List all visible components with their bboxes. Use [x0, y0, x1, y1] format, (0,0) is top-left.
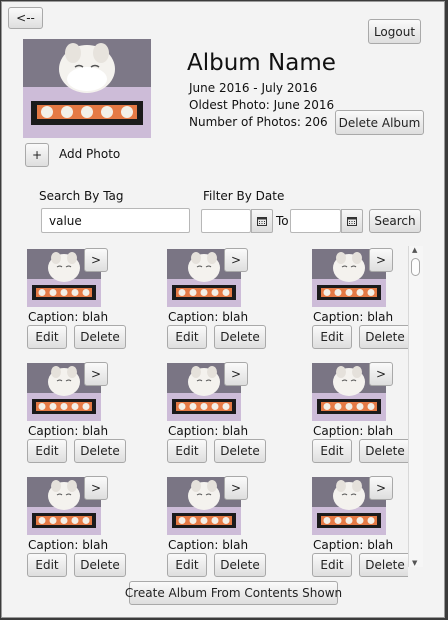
edit-photo-button[interactable]: Edit: [27, 553, 67, 577]
delete-photo-button[interactable]: Delete: [74, 439, 126, 463]
photo-card: > Caption: blah Edit Delete: [164, 474, 294, 577]
scroll-up-icon[interactable]: ▲: [412, 246, 417, 254]
photo-card: > Caption: blah Edit Delete: [309, 246, 408, 358]
delete-photo-button[interactable]: Delete: [359, 325, 408, 349]
photo-card: > Caption: blah Edit Delete: [309, 360, 408, 472]
photo-card: > Caption: blah Edit Delete: [24, 246, 154, 358]
delete-photo-button[interactable]: Delete: [74, 553, 126, 577]
edit-photo-button[interactable]: Edit: [27, 439, 67, 463]
delete-album-button[interactable]: Delete Album: [335, 110, 424, 135]
open-photo-button[interactable]: >: [84, 248, 108, 272]
edit-photo-button[interactable]: Edit: [312, 325, 352, 349]
photo-card: > Caption: blah Edit Delete: [24, 360, 154, 472]
search-button[interactable]: Search: [369, 209, 421, 233]
start-date-field[interactable]: [201, 209, 251, 233]
open-photo-button[interactable]: >: [224, 248, 248, 272]
photo-caption: Caption: blah: [313, 538, 394, 552]
photo-caption: Caption: blah: [168, 424, 249, 438]
filter-by-date-label: Filter By Date: [203, 189, 285, 203]
calendar-icon[interactable]: [251, 209, 273, 233]
create-album-from-contents-button[interactable]: Create Album From Contents Shown: [125, 581, 342, 605]
photo-grid: > Caption: blah Edit Delete > Caption: blah Ed…: [22, 244, 408, 577]
photo-caption: Caption: blah: [168, 310, 249, 324]
album-date-range: June 2016 - July 2016: [189, 81, 318, 95]
open-photo-button[interactable]: >: [369, 476, 393, 500]
photo-caption: Caption: blah: [28, 424, 109, 438]
edit-photo-button[interactable]: Edit: [27, 325, 67, 349]
back-button[interactable]: <--: [8, 7, 43, 29]
scrollbar-thumb[interactable]: [411, 258, 420, 276]
edit-photo-button[interactable]: Edit: [312, 439, 352, 463]
delete-photo-button[interactable]: Delete: [214, 439, 266, 463]
photo-caption: Caption: blah: [28, 310, 109, 324]
open-photo-button[interactable]: >: [224, 476, 248, 500]
photo-card: > Caption: blah Edit Delete: [24, 474, 154, 577]
album-window: <-- Logout Album Name June 2016 - July 2…: [1, 1, 445, 618]
open-photo-button[interactable]: >: [84, 476, 108, 500]
photo-card: > Caption: blah Edit Delete: [164, 360, 294, 472]
scroll-down-icon[interactable]: ▼: [412, 559, 417, 567]
photo-caption: Caption: blah: [313, 310, 394, 324]
search-by-tag-label: Search By Tag: [39, 189, 124, 203]
delete-photo-button[interactable]: Delete: [359, 553, 408, 577]
open-photo-button[interactable]: >: [369, 248, 393, 272]
tag-search-input[interactable]: value: [41, 208, 190, 233]
album-photo-count: Number of Photos: 206: [189, 115, 328, 129]
edit-photo-button[interactable]: Edit: [312, 553, 352, 577]
open-photo-button[interactable]: >: [369, 362, 393, 386]
delete-photo-button[interactable]: Delete: [74, 325, 126, 349]
edit-photo-button[interactable]: Edit: [167, 325, 207, 349]
add-photo-button[interactable]: +: [25, 143, 49, 167]
add-photo-label: Add Photo: [59, 147, 121, 161]
calendar-icon[interactable]: [341, 209, 363, 233]
edit-photo-button[interactable]: Edit: [167, 439, 207, 463]
album-name: Album Name: [187, 50, 336, 76]
end-date-field[interactable]: [290, 209, 341, 233]
open-photo-button[interactable]: >: [224, 362, 248, 386]
photo-card: > Caption: blah Edit Delete: [164, 246, 294, 358]
photo-caption: Caption: blah: [28, 538, 109, 552]
delete-photo-button[interactable]: Delete: [359, 439, 408, 463]
edit-photo-button[interactable]: Edit: [167, 553, 207, 577]
open-photo-button[interactable]: >: [84, 362, 108, 386]
delete-photo-button[interactable]: Delete: [214, 325, 266, 349]
photo-caption: Caption: blah: [168, 538, 249, 552]
vertical-scrollbar[interactable]: ▲ ▼: [408, 246, 423, 567]
album-cover-photo: [23, 39, 151, 138]
logout-button[interactable]: Logout: [368, 19, 421, 44]
delete-photo-button[interactable]: Delete: [214, 553, 266, 577]
to-label: To: [276, 214, 289, 228]
photo-caption: Caption: blah: [313, 424, 394, 438]
photo-card: > Caption: blah Edit Delete: [309, 474, 408, 577]
album-oldest-photo: Oldest Photo: June 2016: [189, 98, 335, 112]
